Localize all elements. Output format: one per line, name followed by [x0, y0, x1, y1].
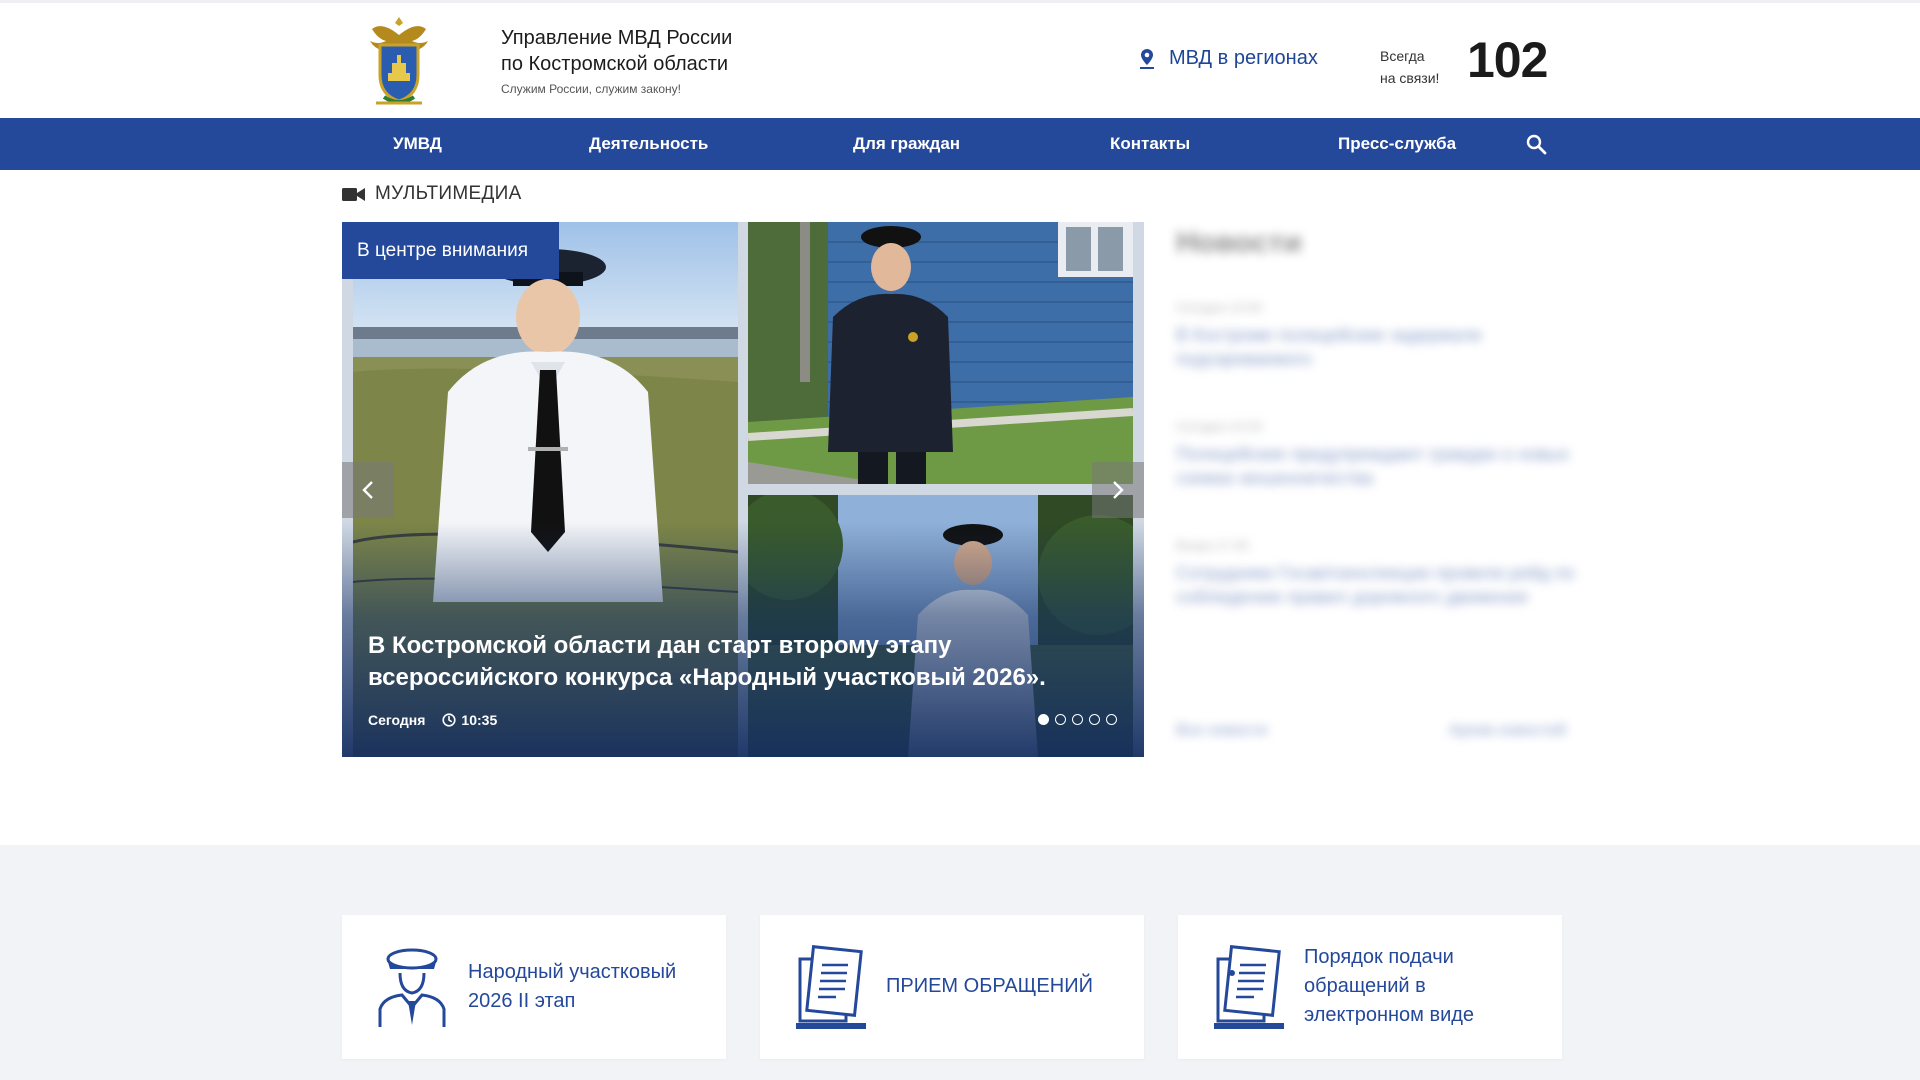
slider-next-button[interactable]	[1092, 462, 1144, 518]
card-title-line-2: 2026 II этап	[468, 990, 576, 1012]
slider-prev-button[interactable]	[342, 462, 394, 518]
card-appeals[interactable]: ПРИЕМ ОБРАЩЕНИЙ	[760, 915, 1144, 1059]
card-title: Порядок подачи обращений в электронном в…	[1304, 943, 1474, 1030]
always-connected-label: Всегда на связи!	[1380, 45, 1439, 89]
news-item[interactable]: Вчера 17:45 Сотрудники Госавтоинспекции …	[1176, 538, 1576, 609]
nav-item-citizens[interactable]: Для граждан	[853, 118, 960, 170]
regions-link[interactable]: МВД в регионах	[1139, 47, 1318, 70]
slide-date: Сегодня	[368, 712, 426, 728]
regions-label: МВД в регионах	[1169, 47, 1318, 69]
slider-dot-3[interactable]	[1072, 714, 1083, 725]
search-icon[interactable]	[1525, 133, 1547, 155]
org-title-line-2: по Костромской области	[501, 53, 729, 75]
news-text: Сотрудники Госавтоинспекции провели рейд…	[1176, 563, 1575, 607]
slider-dot-1[interactable]	[1038, 714, 1049, 725]
org-title-line-1: Управление МВД России	[501, 27, 733, 49]
news-date: Сегодня 12:00	[1176, 300, 1262, 315]
slide-title[interactable]: В Костромской области дан старт второму …	[368, 630, 1088, 694]
nav-item-press[interactable]: Пресс-служба	[1338, 118, 1456, 170]
nav-item-activity[interactable]: Деятельность	[589, 118, 708, 170]
news-heading: Новости	[1176, 226, 1302, 259]
news-item[interactable]: Сегодня 10:20 Полицейские предупреждают …	[1176, 419, 1576, 490]
organization-title[interactable]: Управление МВД России по Костромской обл…	[501, 25, 732, 77]
card-title: Народный участковый 2026 II этап	[468, 958, 676, 1016]
all-news-link[interactable]: Все новости	[1176, 722, 1267, 740]
clock-icon	[442, 713, 457, 727]
officer-icon	[378, 948, 446, 1027]
card-title: ПРИЕМ ОБРАЩЕНИЙ	[886, 975, 1093, 997]
card-people-officer[interactable]: Народный участковый 2026 II этап	[342, 915, 726, 1059]
card-title-line-1: Порядок подачи	[1304, 946, 1454, 968]
slider-dot-2[interactable]	[1055, 714, 1066, 725]
site-header: Управление МВД России по Костромской обл…	[0, 3, 1920, 118]
slide-photo-officer-house[interactable]	[748, 222, 1133, 484]
multimedia-heading-label: МУЛЬТИМЕДИА	[375, 183, 522, 204]
news-footer: Все новости Архив новостей	[1176, 722, 1566, 740]
chevron-left-icon	[362, 481, 373, 499]
emergency-phone[interactable]: 102	[1467, 33, 1548, 87]
multimedia-heading: МУЛЬТИМЕДИА	[342, 183, 522, 205]
news-text: Полицейские предупреждают граждан о новы…	[1176, 444, 1570, 488]
news-date: Вчера 17:45	[1176, 538, 1249, 553]
slider-dot-4[interactable]	[1089, 714, 1100, 725]
featured-badge: В центре внимания	[342, 222, 559, 279]
always-line-2: на связи!	[1380, 70, 1440, 86]
slider-dot-5[interactable]	[1106, 714, 1117, 725]
always-line-1: Всегда	[1380, 48, 1425, 64]
card-title-line-3: электронном виде	[1304, 1004, 1475, 1026]
coat-of-arms-logo[interactable]	[362, 13, 436, 111]
news-archive-link[interactable]: Архив новостей	[1449, 722, 1566, 740]
card-title-line-1: Народный участковый	[468, 961, 677, 983]
e-documents-icon	[1214, 945, 1284, 1029]
slide-meta: Сегодня 10:35	[368, 712, 497, 728]
location-pin-icon	[1140, 48, 1154, 69]
video-camera-icon	[342, 187, 365, 201]
slide-time: 10:35	[461, 712, 498, 728]
chevron-right-icon	[1113, 481, 1124, 499]
main-navigation: УМВД Деятельность Для граждан Контакты П…	[0, 118, 1920, 170]
multimedia-slider[interactable]: В центре внимания В Костромской области …	[342, 222, 1144, 757]
news-text: В Костроме полицейские задержали подозре…	[1176, 325, 1482, 369]
card-title-line-2: обращений в	[1304, 975, 1426, 997]
card-electronic-appeals[interactable]: Порядок подачи обращений в электронном в…	[1178, 915, 1562, 1059]
org-slogan: Служим России, служим закону!	[501, 82, 681, 96]
nav-item-contacts[interactable]: Контакты	[1110, 118, 1190, 170]
documents-icon	[796, 945, 866, 1029]
nav-item-umvd[interactable]: УМВД	[393, 118, 442, 170]
news-item[interactable]: Сегодня 12:00 В Костроме полицейские зад…	[1176, 300, 1576, 371]
slider-pagination	[1038, 714, 1117, 725]
news-date: Сегодня 10:20	[1176, 419, 1262, 434]
news-panel: Новости Сегодня 12:00 В Костроме полицей…	[1176, 222, 1576, 762]
